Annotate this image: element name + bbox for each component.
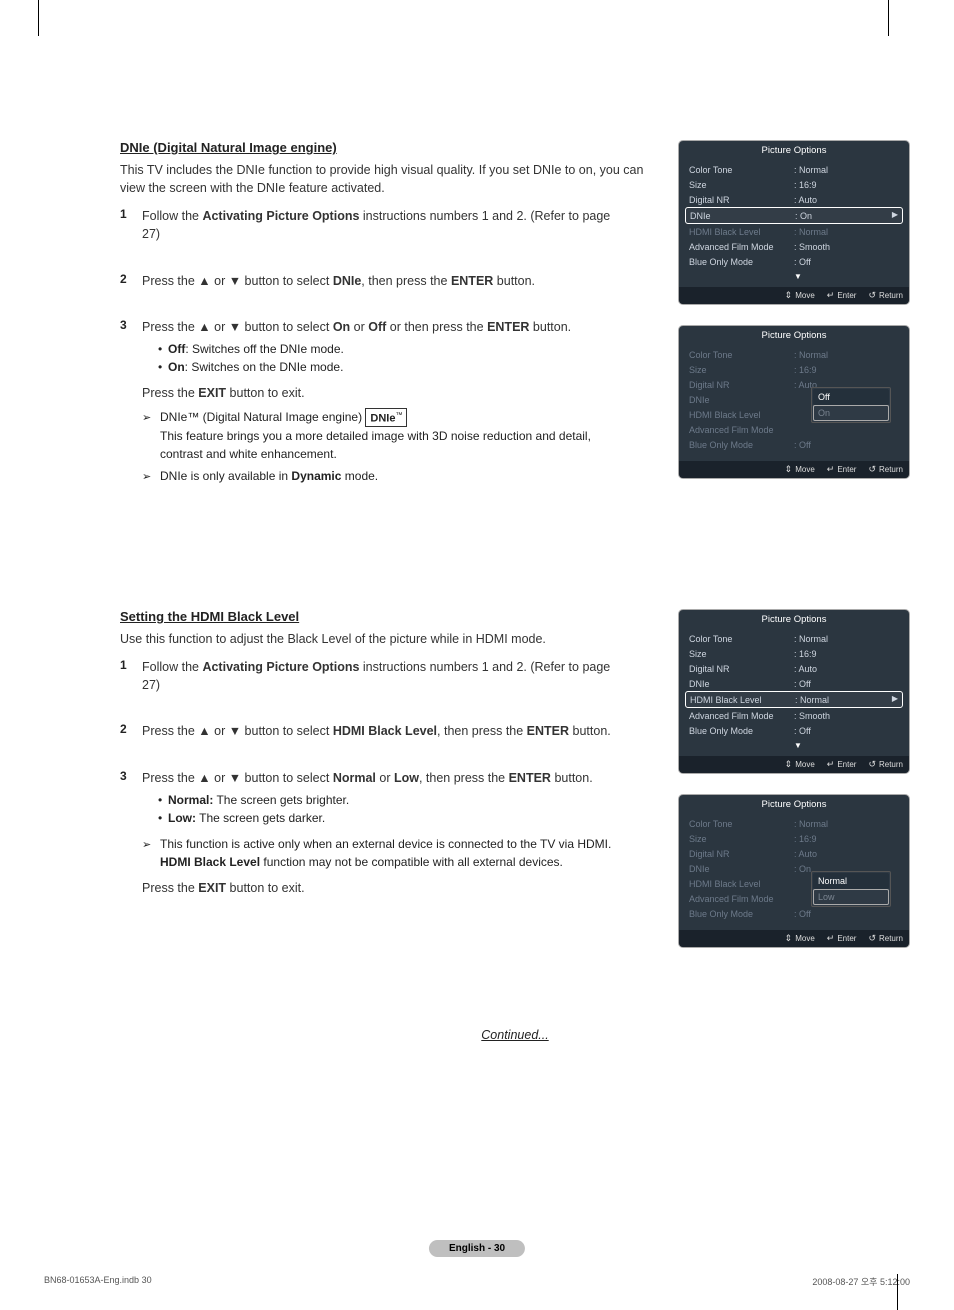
osd-popup: Normal Low — [811, 871, 891, 907]
osd-title: Picture Options — [679, 610, 909, 629]
popup-option-low: Low — [813, 889, 889, 905]
return-icon: ↺ — [868, 759, 876, 770]
bullet-low: Low: The screen gets darker. — [158, 809, 612, 827]
osd-row: Digital NR: Auto — [685, 192, 903, 207]
osd-row-selected: DNIe: On▶ — [685, 207, 903, 224]
osd-row: Color Tone: Normal — [685, 816, 903, 831]
bullet-normal: Normal: The screen gets brighter. — [158, 791, 612, 809]
bullet-off: Off: Switches off the DNIe mode. — [158, 340, 612, 358]
step-number: 1 — [120, 658, 142, 694]
section-title-hdmi: Setting the HDMI Black Level — [120, 609, 660, 624]
popup-option-off: Off — [813, 389, 889, 405]
step-body: Press the ▲ or ▼ button to select HDMI B… — [142, 722, 612, 740]
enter-icon: ↵ — [827, 464, 835, 475]
osd-row: Size: 16:9 — [685, 362, 903, 377]
osd-row: Size: 16:9 — [685, 646, 903, 661]
osd-footer: ⇕Move ↵Enter ↺Return — [679, 461, 909, 478]
popup-option-on: On — [813, 405, 889, 421]
print-meta-footer: BN68-01653A-Eng.indb 30 2008-08-27 오후 5:… — [44, 1275, 910, 1288]
doc-filename: BN68-01653A-Eng.indb 30 — [44, 1275, 152, 1288]
more-indicator: ▼ — [685, 738, 903, 752]
triangle-right-icon: ▶ — [892, 694, 898, 703]
osd-row: Digital NR: Auto Off On — [685, 377, 903, 392]
manual-page: DNIe (Digital Natural Image engine) This… — [0, 0, 954, 1310]
note-dynamic-only: ➢ DNIe is only available in Dynamic mode… — [142, 467, 612, 485]
osd-row: Advanced Film Mode — [685, 422, 903, 437]
dnie-logo-icon: DNIe™ — [365, 408, 407, 427]
osd-row: Digital NR: Auto — [685, 846, 903, 861]
note-hdmi-active: ➢ This function is active only when an e… — [142, 835, 612, 871]
step-number: 1 — [120, 207, 142, 243]
step-body: Press the ▲ or ▼ button to select Normal… — [142, 769, 612, 897]
step-number: 3 — [120, 318, 142, 485]
step-body: Follow the Activating Picture Options in… — [142, 207, 612, 243]
osd-title: Picture Options — [679, 326, 909, 345]
doc-timestamp: 2008-08-27 오후 5:12:00 — [812, 1275, 910, 1288]
osd-row: Blue Only Mode: Off — [685, 254, 903, 269]
enter-icon: ↵ — [827, 933, 835, 944]
section-intro: Use this function to adjust the Black Le… — [120, 630, 660, 648]
more-indicator — [685, 921, 903, 926]
section-intro: This TV includes the DNIe function to pr… — [120, 161, 660, 197]
osd-row: Blue Only Mode: Off — [685, 723, 903, 738]
osd-row: Color Tone: Normal — [685, 631, 903, 646]
page-number-pill: English - 30 — [429, 1240, 525, 1257]
osd-row: Size: 16:9 — [685, 831, 903, 846]
return-icon: ↺ — [868, 464, 876, 475]
note-arrow-icon: ➢ — [142, 410, 151, 427]
osd-row-selected: HDMI Black Level: Normal▶ — [685, 691, 903, 708]
osd-row: Size: 16:9 — [685, 177, 903, 192]
osd-footer: ⇕Move ↵Enter ↺Return — [679, 287, 909, 304]
step-body: Follow the Activating Picture Options in… — [142, 658, 612, 694]
osd-row: DNIe: On Normal Low — [685, 861, 903, 876]
step-number: 3 — [120, 769, 142, 897]
osd-row: Color Tone: Normal — [685, 347, 903, 362]
osd-screenshot-hdmi-selected: Picture Options Color Tone: Normal Size:… — [678, 609, 910, 774]
triangle-right-icon: ▶ — [892, 210, 898, 219]
continued-label: Continued... — [120, 1028, 910, 1042]
bullet-on: On: Switches on the DNIe mode. — [158, 358, 612, 376]
move-icon: ⇕ — [785, 759, 793, 770]
more-indicator — [685, 452, 903, 457]
osd-row: Advanced Film Mode: Smooth — [685, 708, 903, 723]
step-number: 2 — [120, 272, 142, 290]
step-body: Press the ▲ or ▼ button to select On or … — [142, 318, 612, 485]
osd-row: Digital NR: Auto — [685, 661, 903, 676]
return-icon: ↺ — [868, 290, 876, 301]
enter-icon: ↵ — [827, 290, 835, 301]
osd-row: Blue Only Mode: Off — [685, 437, 903, 452]
osd-screenshot-hdmi-popup: Picture Options Color Tone: Normal Size:… — [678, 794, 910, 948]
return-icon: ↺ — [868, 933, 876, 944]
page-number-footer: English - 30 — [429, 1240, 525, 1254]
osd-title: Picture Options — [679, 141, 909, 160]
osd-row: Advanced Film Mode: Smooth — [685, 239, 903, 254]
osd-footer: ⇕Move ↵Enter ↺Return — [679, 930, 909, 947]
enter-icon: ↵ — [827, 759, 835, 770]
note-arrow-icon: ➢ — [142, 837, 151, 854]
osd-screenshot-dnie-selected: Picture Options Color Tone: Normal Size:… — [678, 140, 910, 305]
step-number: 2 — [120, 722, 142, 740]
more-indicator: ▼ — [685, 269, 903, 283]
osd-row: DNIe: Off — [685, 676, 903, 691]
move-icon: ⇕ — [785, 933, 793, 944]
osd-popup: Off On — [811, 387, 891, 423]
move-icon: ⇕ — [785, 290, 793, 301]
section-title-dnie: DNIe (Digital Natural Image engine) — [120, 140, 660, 155]
osd-screenshot-dnie-popup: Picture Options Color Tone: Normal Size:… — [678, 325, 910, 479]
step-body: Press the ▲ or ▼ button to select DNIe, … — [142, 272, 612, 290]
note-arrow-icon: ➢ — [142, 469, 151, 486]
note-dnie-engine: ➢ DNIe™ (Digital Natural Image engine) D… — [142, 408, 612, 463]
popup-option-normal: Normal — [813, 873, 889, 889]
move-icon: ⇕ — [785, 464, 793, 475]
osd-row: HDMI Black Level: Normal — [685, 224, 903, 239]
osd-row: Color Tone: Normal — [685, 162, 903, 177]
osd-row: Blue Only Mode: Off — [685, 906, 903, 921]
osd-title: Picture Options — [679, 795, 909, 814]
osd-footer: ⇕Move ↵Enter ↺Return — [679, 756, 909, 773]
